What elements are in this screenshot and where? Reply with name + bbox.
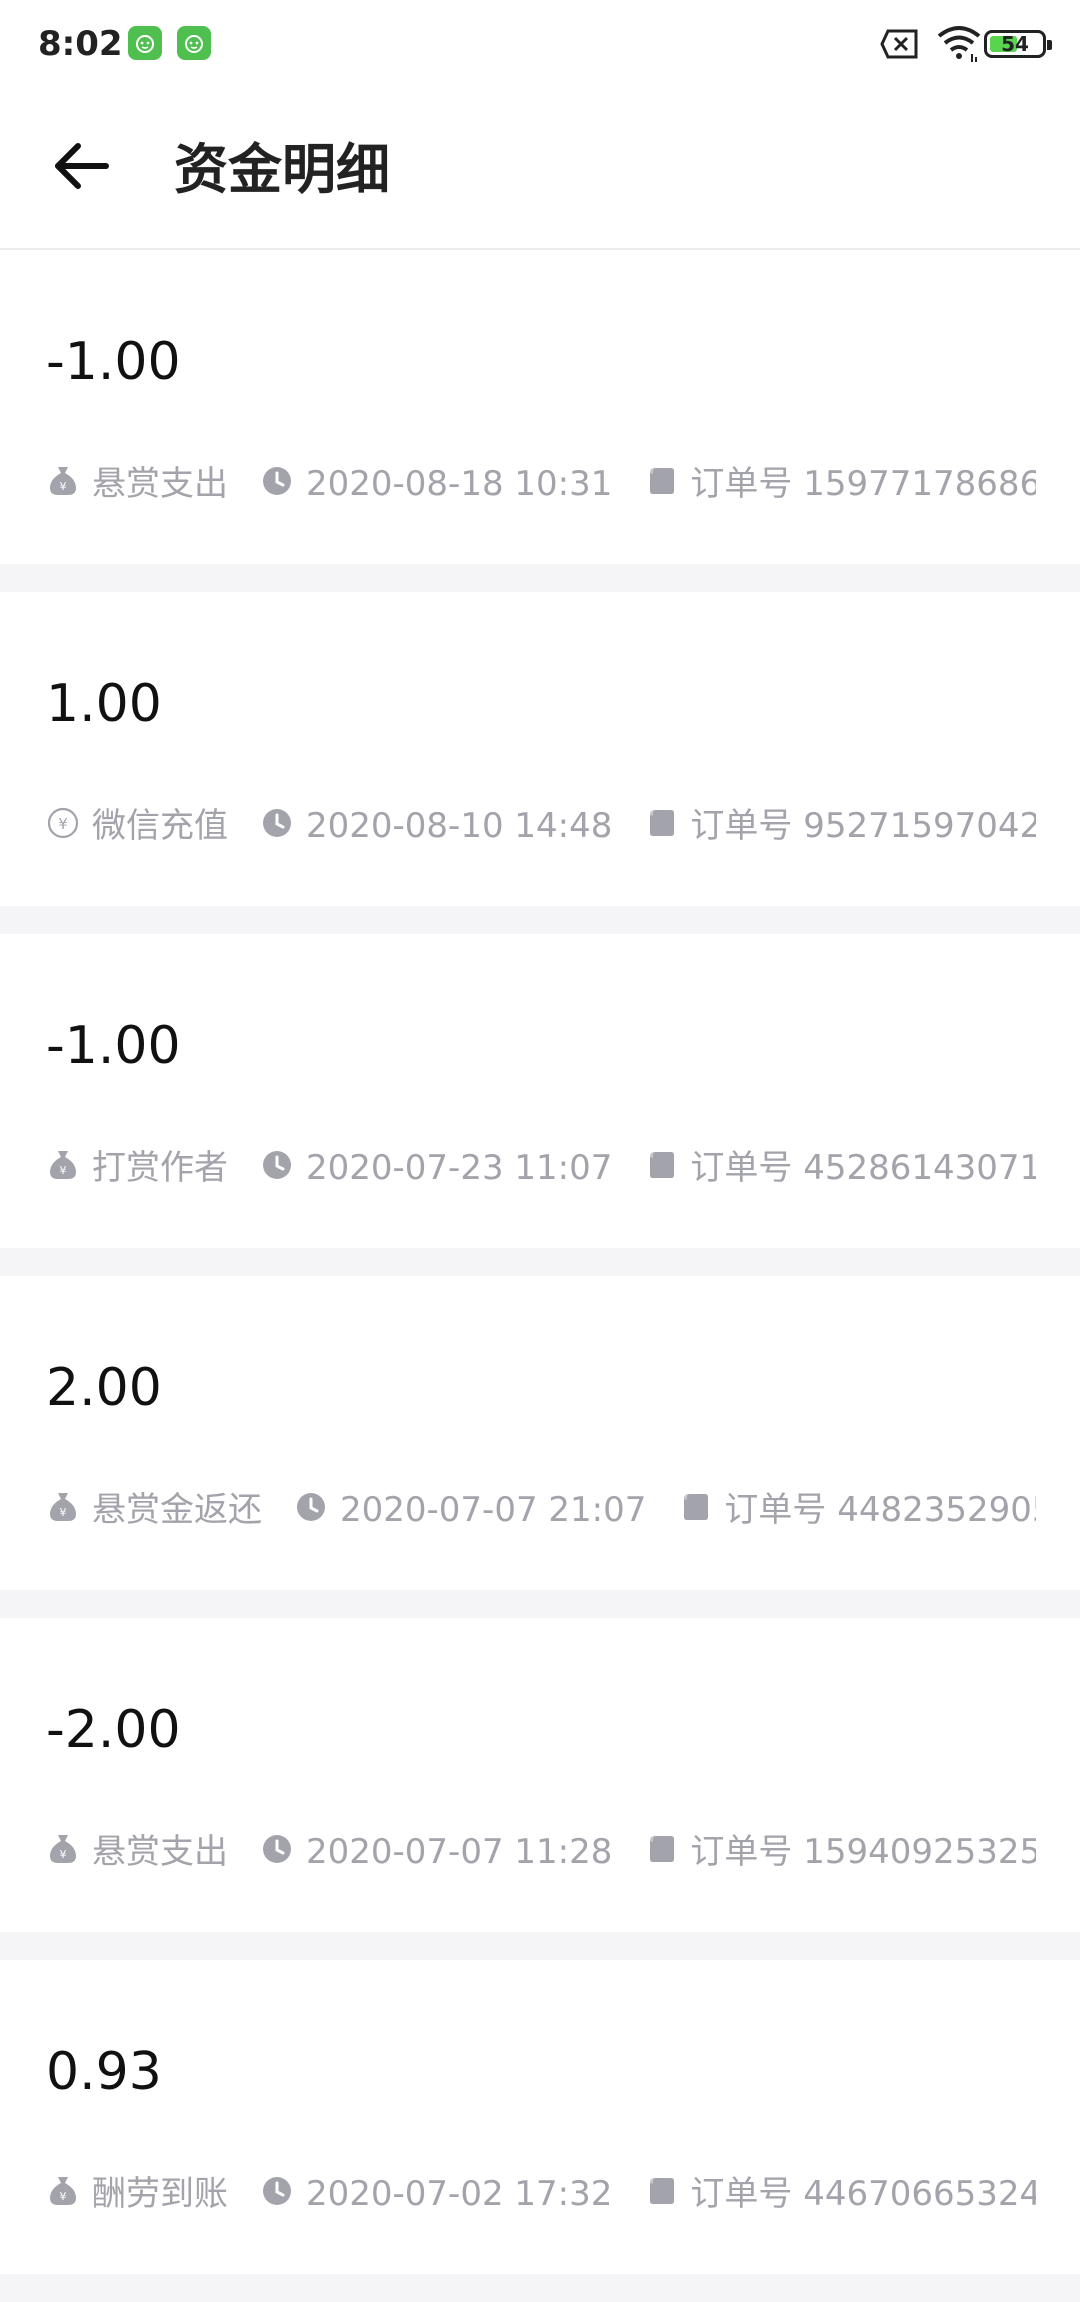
back-button[interactable] <box>40 126 120 206</box>
app-bar: 资金明细 <box>0 88 1080 250</box>
clock-icon <box>260 2174 294 2208</box>
transaction-meta: ¥ 悬赏金返还 2020-07-07 21:07 订单号 4482352905… <box>46 1486 1036 1530</box>
transaction-record[interactable]: 1.00 ¥ 微信充值 2020-08-10 14:48 订单号 9527159704… <box>0 592 1080 906</box>
clock-icon <box>260 1148 294 1182</box>
transaction-type: 悬赏支出 <box>92 1831 228 1872</box>
transaction-amount: 2.00 <box>46 1358 162 1418</box>
svg-text:¥: ¥ <box>60 1848 67 1861</box>
transaction-time: 2020-08-10 14:48 <box>306 805 613 846</box>
transaction-type: 悬赏金返还 <box>92 1489 262 1530</box>
transaction-order-number: 订单号 452861430718… <box>690 1147 1036 1188</box>
status-time: 8:02 <box>38 24 123 64</box>
transaction-amount: -1.00 <box>46 332 181 392</box>
transaction-record[interactable]: -1.00 ¥ 打赏作者 2020-07-23 11:07 订单号 452861430… <box>0 934 1080 1248</box>
transaction-order-number: 订单号 159409253250… <box>690 1831 1036 1872</box>
clock-icon <box>260 1832 294 1866</box>
page-title: 资金明细 <box>174 138 390 201</box>
transaction-meta: ¥ 悬赏支出 2020-08-18 10:31 订单号 159771786865… <box>46 460 1036 504</box>
battery-level-text: 54 <box>1001 32 1029 56</box>
svg-text:¥: ¥ <box>60 480 67 493</box>
order-doc-icon <box>644 1832 678 1866</box>
transaction-order-number: 订单号 159771786865… <box>690 463 1036 504</box>
transaction-type: 打赏作者 <box>92 1147 228 1188</box>
order-doc-icon <box>644 806 678 840</box>
order-doc-icon <box>678 1490 712 1524</box>
order-doc-icon <box>644 2174 678 2208</box>
order-doc-icon <box>644 464 678 498</box>
yuan-circle-icon: ¥ <box>46 806 80 840</box>
transaction-type: 微信充值 <box>92 805 228 846</box>
transaction-amount: -2.00 <box>46 1700 181 1760</box>
sim-error-icon <box>880 28 920 64</box>
transaction-time: 2020-07-02 17:32 <box>306 2173 613 2214</box>
order-doc-icon <box>644 1148 678 1182</box>
transaction-record[interactable]: -2.00 ¥ 悬赏支出 2020-07-07 11:28 订单号 159409253… <box>0 1618 1080 1932</box>
transaction-order-number: 订单号 952715970421… <box>690 805 1036 846</box>
transaction-meta: ¥ 酬劳到账 2020-07-02 17:32 订单号 446706653247… <box>46 2170 1036 2214</box>
transaction-type: 酬劳到账 <box>92 2173 228 2214</box>
money-bag-icon: ¥ <box>46 1148 80 1182</box>
svg-text:¥: ¥ <box>60 1506 67 1519</box>
transaction-record[interactable]: -1.00 ¥ 悬赏支出 2020-08-18 10:31 订单号 159771786… <box>0 250 1080 564</box>
clock-icon <box>260 464 294 498</box>
battery-icon: 54 <box>984 30 1052 58</box>
app-notification-icon <box>128 26 162 60</box>
svg-text:¥: ¥ <box>60 2190 67 2203</box>
fund-detail-list: -1.00 ¥ 悬赏支出 2020-08-18 10:31 订单号 159771786… <box>0 250 1080 2302</box>
status-bar: 8:02 54 <box>0 0 1080 88</box>
transaction-meta: ¥ 悬赏支出 2020-07-07 11:28 订单号 159409253250… <box>46 1828 1036 1872</box>
transaction-amount: 1.00 <box>46 674 162 734</box>
transaction-type: 悬赏支出 <box>92 463 228 504</box>
money-bag-icon: ¥ <box>46 1490 80 1524</box>
transaction-amount: 0.93 <box>46 2042 162 2102</box>
transaction-record[interactable]: 0.93 ¥ 酬劳到账 2020-07-02 17:32 订单号 4467066532… <box>0 1960 1080 2274</box>
wifi-icon <box>936 24 982 68</box>
clock-icon <box>260 806 294 840</box>
transaction-meta: ¥ 微信充值 2020-08-10 14:48 订单号 952715970421… <box>46 802 1036 846</box>
svg-text:¥: ¥ <box>60 1164 67 1177</box>
transaction-time: 2020-07-07 21:07 <box>340 1489 647 1530</box>
clock-icon <box>294 1490 328 1524</box>
transaction-time: 2020-07-23 11:07 <box>306 1147 613 1188</box>
battery-tip <box>1047 40 1052 50</box>
money-bag-icon: ¥ <box>46 1832 80 1866</box>
transaction-order-number: 订单号 446706653247… <box>690 2173 1036 2214</box>
transaction-record[interactable]: 2.00 ¥ 悬赏金返还 2020-07-07 21:07 订单号 448235290… <box>0 1276 1080 1590</box>
money-bag-icon: ¥ <box>46 2174 80 2208</box>
svg-text:¥: ¥ <box>58 815 68 833</box>
app-notification-icon <box>177 26 211 60</box>
money-bag-icon: ¥ <box>46 464 80 498</box>
transaction-amount: -1.00 <box>46 1016 181 1076</box>
transaction-order-number: 订单号 4482352905… <box>724 1489 1036 1530</box>
arrow-left-icon <box>55 143 109 189</box>
transaction-meta: ¥ 打赏作者 2020-07-23 11:07 订单号 452861430718… <box>46 1144 1036 1188</box>
transaction-time: 2020-08-18 10:31 <box>306 463 613 504</box>
transaction-time: 2020-07-07 11:28 <box>306 1831 613 1872</box>
